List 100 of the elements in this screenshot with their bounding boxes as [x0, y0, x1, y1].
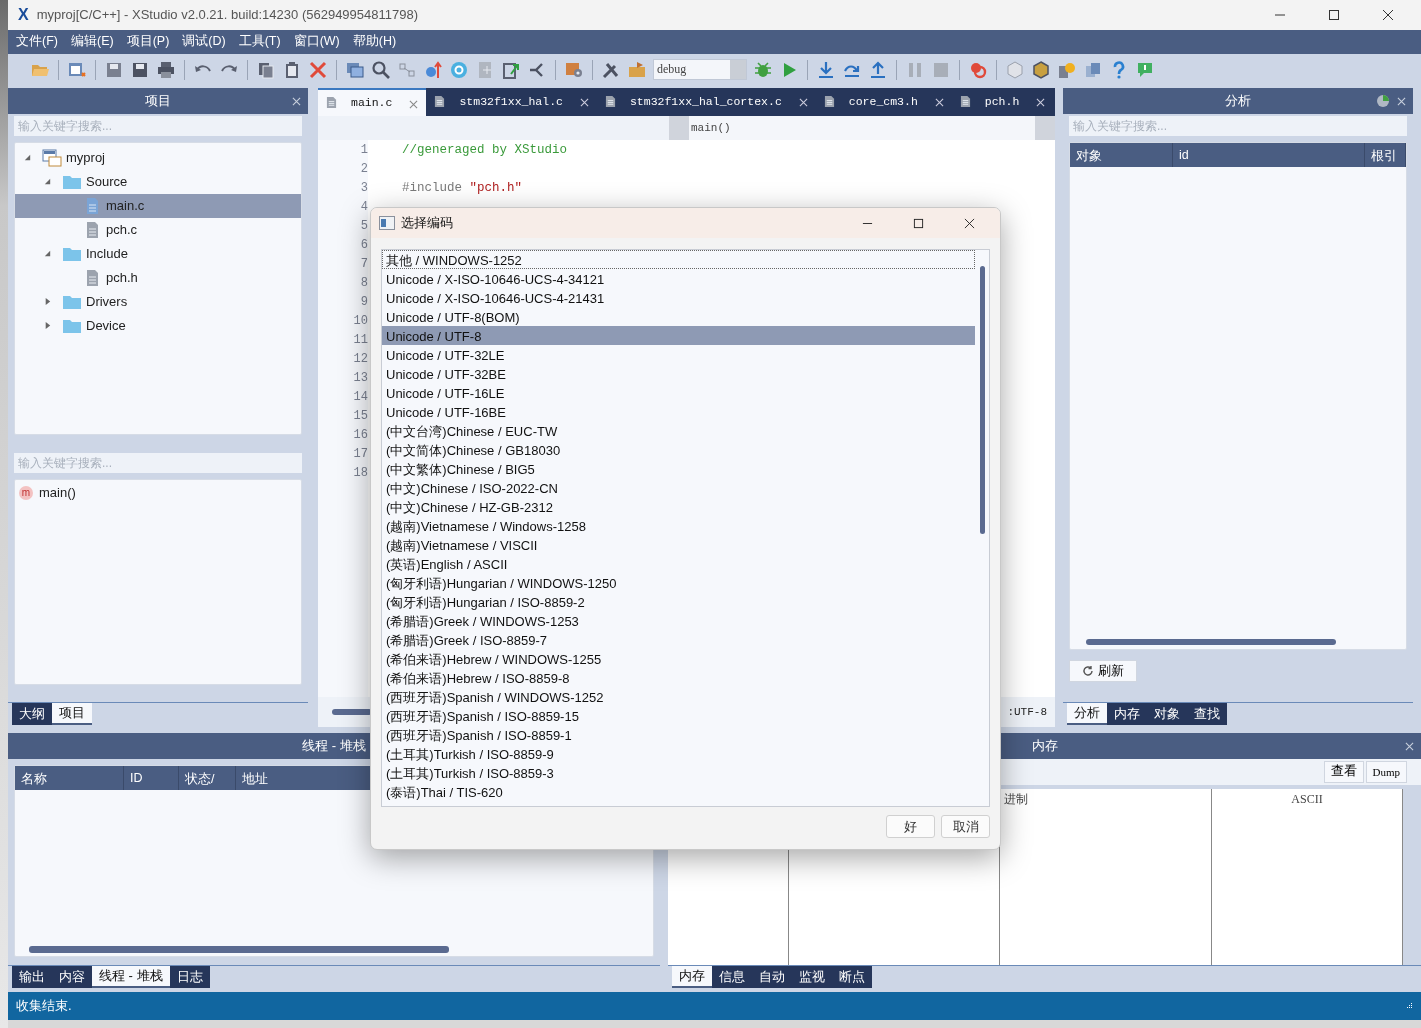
column-header[interactable]: 状态/ [179, 765, 236, 790]
encoding-item[interactable]: Unicode / UTF-16BE [382, 402, 975, 421]
scrollbar-thumb[interactable] [1086, 638, 1336, 645]
close-tab-icon[interactable] [409, 99, 419, 109]
encoding-item[interactable]: (中文)Chinese / ISO-2022-CN [382, 478, 975, 497]
editor-tab[interactable]: stm32f1xx_hal_cortex.c [596, 87, 816, 116]
encoding-item[interactable]: (西班牙语)Spanish / ISO-8859-15 [382, 706, 975, 725]
tree-item[interactable]: main.c [15, 193, 301, 218]
encoding-item[interactable]: (土耳其)Turkish / ISO-8859-9 [382, 744, 975, 763]
search-field[interactable]: 输入关键字搜索... [14, 452, 302, 473]
outline-item[interactable]: m main() [15, 481, 301, 504]
delete-icon[interactable] [308, 59, 328, 80]
scrollbar-thumb[interactable] [979, 266, 985, 534]
encoding-item[interactable]: Unicode / UTF-32BE [382, 364, 975, 383]
encoding-item[interactable]: (西班牙语)Spanish / ISO-8859-1 [382, 725, 975, 744]
close-icon[interactable] [1382, 8, 1394, 21]
encoding-item[interactable]: (匈牙利语)Hungarian / ISO-8859-2 [382, 592, 975, 611]
encoding-item[interactable]: (希腊语)Greek / WINDOWS-1253 [382, 611, 975, 630]
menu-item[interactable]: 帮助(H) [346, 31, 403, 53]
config-dropdown[interactable]: debug [653, 59, 747, 81]
tree-item[interactable]: pch.h [15, 265, 301, 290]
folder-icon[interactable] [627, 59, 647, 80]
menu-item[interactable]: 项目(P) [120, 31, 176, 53]
encoding-item[interactable]: (越南)Vietnamese / VISCII [382, 535, 975, 554]
editor-tab[interactable]: core_cm3.h [815, 87, 952, 116]
tree-item[interactable]: Include [15, 241, 301, 266]
c-circle-icon[interactable] [449, 59, 469, 80]
tree-item-label: pch.h [106, 270, 138, 286]
menu-item[interactable]: 调试(D) [176, 31, 232, 53]
tree-item[interactable]: Device [15, 313, 301, 338]
encoding-item[interactable]: Unicode / UTF-32LE [382, 345, 975, 364]
expand-arrow-icon[interactable] [43, 297, 52, 307]
close-icon[interactable] [964, 217, 975, 229]
maximize-icon[interactable] [1328, 8, 1340, 21]
tree-item[interactable]: pch.c [15, 217, 301, 242]
panel-tab[interactable]: 项目 [52, 702, 92, 725]
printer-icon[interactable] [156, 59, 176, 80]
search-field[interactable]: 输入关键字搜索... [1069, 115, 1407, 136]
memory-button[interactable]: 查看 [1323, 760, 1364, 783]
maximize-icon[interactable] [913, 217, 924, 229]
editor-tab[interactable]: main.c [318, 87, 427, 116]
tree-item[interactable]: Source [15, 169, 301, 194]
step-out-icon[interactable] [868, 59, 888, 80]
scrollbar-thumb[interactable] [332, 708, 372, 715]
encoding-item[interactable]: 其他 / WINDOWS-1252 [382, 250, 975, 269]
encoding-item[interactable]: (匈牙利语)Hungarian / WINDOWS-1250 [382, 573, 975, 592]
ok-button[interactable]: 好 [886, 815, 935, 838]
cancel-button[interactable]: 取消 [941, 815, 990, 838]
memory-button[interactable]: Dump [1365, 760, 1407, 783]
encoding-item[interactable]: Unicode / UTF-8(BOM) [382, 307, 975, 326]
encoding-item[interactable]: (中文繁体)Chinese / BIG5 [382, 459, 975, 478]
encoding-item[interactable]: (土耳其)Turkish / ISO-8859-3 [382, 763, 975, 782]
chart-icon[interactable] [1376, 93, 1390, 108]
encoding-item[interactable]: (英语)English / ASCII [382, 554, 975, 573]
encoding-item[interactable]: Unicode / UTF-8 [382, 326, 975, 345]
close-tab-icon[interactable] [934, 97, 944, 107]
search-field[interactable]: 输入关键字搜索... [14, 115, 302, 136]
collapse-arrow-icon[interactable] [23, 153, 32, 163]
step-into-icon[interactable] [816, 59, 836, 80]
encoding-item[interactable]: (希腊语)Greek / ISO-8859-7 [382, 630, 975, 649]
encoding-item[interactable]: (中文简体)Chinese / GB18030 [382, 440, 975, 459]
encoding-item[interactable]: (中文台湾)Chinese / EUC-TW [382, 421, 975, 440]
menu-item[interactable]: 工具(T) [232, 31, 287, 53]
collapse-arrow-icon[interactable] [43, 249, 52, 259]
column-header[interactable]: 根引 [1365, 142, 1406, 167]
tree-item[interactable]: myproj [15, 145, 301, 170]
panel-tab[interactable]: 分析 [1067, 702, 1107, 725]
column-header[interactable]: ID [124, 765, 179, 790]
column-header[interactable]: id [1173, 142, 1365, 167]
panel-tab[interactable]: 内存 [672, 966, 712, 989]
hexagon-icon[interactable] [1031, 59, 1051, 80]
encoding-item[interactable]: Unicode / UTF-16LE [382, 383, 975, 402]
encoding-item[interactable]: Unicode / X-ISO-10646-UCS-4-34121 [382, 269, 975, 288]
bug-icon[interactable] [753, 59, 773, 80]
encoding-item[interactable]: (中文)Chinese / HZ-GB-2312 [382, 497, 975, 516]
encoding-item[interactable]: (希伯来语)Hebrew / ISO-8859-8 [382, 668, 975, 687]
expand-arrow-icon[interactable] [43, 321, 52, 331]
tree-item[interactable]: Drivers [15, 289, 301, 314]
close-tab-icon[interactable] [579, 97, 589, 107]
collapse-arrow-icon[interactable] [43, 177, 52, 187]
editor-tab[interactable]: stm32f1xx_hal.c [426, 87, 597, 116]
encoding-item[interactable]: (西班牙语)Spanish / WINDOWS-1252 [382, 687, 975, 706]
column-header[interactable]: 名称 [15, 765, 124, 790]
function-dropdown[interactable]: main() [689, 115, 1035, 140]
close-tab-icon[interactable] [798, 97, 808, 107]
encoding-item[interactable]: Unicode / X-ISO-10646-UCS-4-21431 [382, 288, 975, 307]
menu-item[interactable]: 窗口(W) [287, 31, 346, 53]
column-header[interactable]: 对象 [1070, 142, 1173, 167]
menu-item[interactable]: 编辑(E) [64, 31, 120, 53]
refresh-button[interactable]: 刷新 [1069, 659, 1137, 682]
encoding-item[interactable]: (希伯来语)Hebrew / WINDOWS-1255 [382, 649, 975, 668]
scrollbar-thumb[interactable] [29, 945, 449, 953]
encoding-item[interactable]: (越南)Vietnamese / Windows-1258 [382, 516, 975, 535]
editor-tab[interactable]: pch.h [951, 87, 1054, 116]
menu-item[interactable]: 文件(F) [10, 31, 64, 53]
panel-tab[interactable]: 线程 - 堆栈 [92, 966, 170, 989]
close-tab-icon[interactable] [1036, 97, 1046, 107]
search-icon[interactable] [371, 59, 391, 80]
encoding-item[interactable]: (泰语)Thai / TIS-620 [382, 782, 975, 801]
arrow-up-icon[interactable] [423, 59, 443, 80]
